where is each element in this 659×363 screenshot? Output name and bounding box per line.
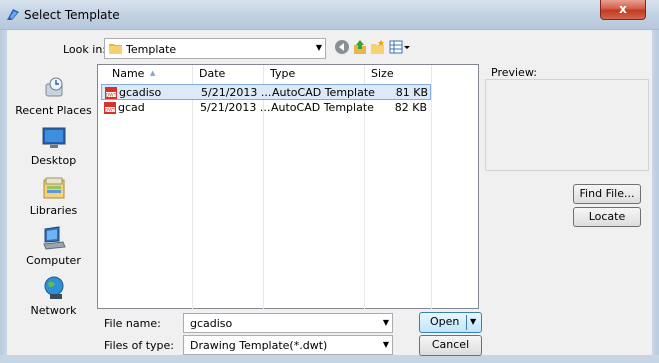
preview-label: Preview: bbox=[491, 66, 537, 79]
select-template-dialog: Select Template x Look in: Template ▼ Re… bbox=[0, 0, 659, 363]
window-frame-left bbox=[0, 30, 7, 363]
sort-ascending-icon: ▲ bbox=[150, 69, 156, 77]
views-icon[interactable] bbox=[389, 39, 411, 55]
place-network[interactable]: Network bbox=[10, 275, 97, 317]
file-row-gcad[interactable]: DWT gcad 5/21/2013 ... AutoCAD Template … bbox=[101, 100, 431, 116]
up-folder-icon[interactable] bbox=[352, 39, 368, 55]
open-options-dropdown-icon[interactable]: ▼ bbox=[470, 313, 476, 331]
close-icon: x bbox=[619, 2, 627, 16]
window-frame-bottom bbox=[0, 355, 659, 363]
place-desktop[interactable]: Desktop bbox=[10, 125, 97, 167]
find-file-button[interactable]: Find File... bbox=[573, 184, 641, 204]
file-date: 5/21/2013 ... bbox=[200, 101, 271, 114]
folder-icon bbox=[109, 44, 122, 54]
dwt-file-icon: DWT bbox=[104, 102, 116, 114]
network-icon bbox=[44, 276, 63, 299]
back-icon[interactable] bbox=[334, 39, 350, 55]
place-label-desktop: Desktop bbox=[30, 154, 77, 167]
file-type: AutoCAD Template bbox=[272, 86, 375, 99]
desktop-icon bbox=[42, 127, 65, 148]
close-button[interactable]: x bbox=[600, 0, 646, 20]
file-name-field[interactable]: gcadiso ▼ bbox=[183, 313, 393, 333]
chevron-down-icon[interactable]: ▼ bbox=[383, 318, 389, 327]
file-type: AutoCAD Template bbox=[271, 101, 374, 114]
open-button[interactable]: Open ▼ bbox=[419, 312, 482, 333]
file-name-value: gcadiso bbox=[190, 317, 233, 330]
title-bar[interactable]: Select Template x bbox=[0, 0, 659, 30]
svg-text:DWT: DWT bbox=[105, 107, 116, 113]
dwt-file-icon: DWT bbox=[105, 87, 117, 99]
column-header-date[interactable]: Date modif... bbox=[193, 65, 263, 98]
locate-button[interactable]: Locate bbox=[573, 207, 641, 227]
file-name-label: File name: bbox=[104, 317, 161, 330]
places-bar: Recent Places Desktop Libraries Computer… bbox=[10, 63, 97, 317]
autocad-app-icon bbox=[7, 9, 19, 20]
cancel-button[interactable]: Cancel bbox=[419, 335, 482, 356]
place-label-libraries: Libraries bbox=[29, 204, 78, 217]
chevron-down-icon: ▼ bbox=[382, 340, 389, 349]
file-size: 82 KB bbox=[394, 101, 427, 114]
files-of-type-dropdown[interactable]: Drawing Template(*.dwt) ▼ bbox=[183, 335, 393, 355]
file-size: 81 KB bbox=[395, 86, 428, 99]
look-in-label: Look in: bbox=[63, 43, 106, 56]
dialog-client-area: Look in: Template ▼ Recent Places Deskto… bbox=[7, 30, 652, 356]
place-libraries[interactable]: Libraries bbox=[10, 175, 97, 217]
column-header-type[interactable]: Type bbox=[264, 65, 364, 83]
column-separator bbox=[431, 65, 432, 310]
files-of-type-value: Drawing Template(*.dwt) bbox=[190, 339, 328, 352]
column-header-size[interactable]: Size bbox=[365, 65, 431, 83]
look-in-dropdown[interactable]: Template ▼ bbox=[104, 38, 326, 59]
window-frame-right bbox=[652, 30, 659, 363]
place-computer[interactable]: Computer bbox=[10, 225, 97, 267]
column-header-name[interactable]: Name ▲ bbox=[106, 65, 192, 83]
place-label-network: Network bbox=[30, 304, 77, 317]
file-list[interactable]: Name ▲ Date modif... Type Size DWT gcadi… bbox=[97, 64, 479, 310]
place-label-computer: Computer bbox=[26, 254, 81, 267]
file-row-gcadiso[interactable]: DWT gcadiso 5/21/2013 ... AutoCAD Templa… bbox=[101, 84, 431, 100]
place-recent-places[interactable]: Recent Places bbox=[10, 75, 97, 117]
file-name: gcad bbox=[118, 101, 145, 114]
place-label-recent-places: Recent Places bbox=[15, 104, 92, 117]
files-of-type-label: Files of type: bbox=[104, 339, 175, 352]
recent-places-icon bbox=[45, 77, 62, 97]
svg-text:DWT: DWT bbox=[106, 92, 117, 98]
computer-icon bbox=[42, 226, 66, 250]
look-in-value: Template bbox=[126, 43, 177, 56]
file-date: 5/21/2013 ... bbox=[201, 86, 272, 99]
preview-pane bbox=[485, 79, 649, 171]
file-name: gcadiso bbox=[119, 86, 162, 99]
new-folder-icon[interactable] bbox=[370, 39, 386, 55]
split-divider bbox=[466, 315, 467, 330]
libraries-icon bbox=[43, 177, 64, 199]
window-title: Select Template bbox=[24, 8, 120, 22]
chevron-down-icon: ▼ bbox=[315, 43, 322, 52]
